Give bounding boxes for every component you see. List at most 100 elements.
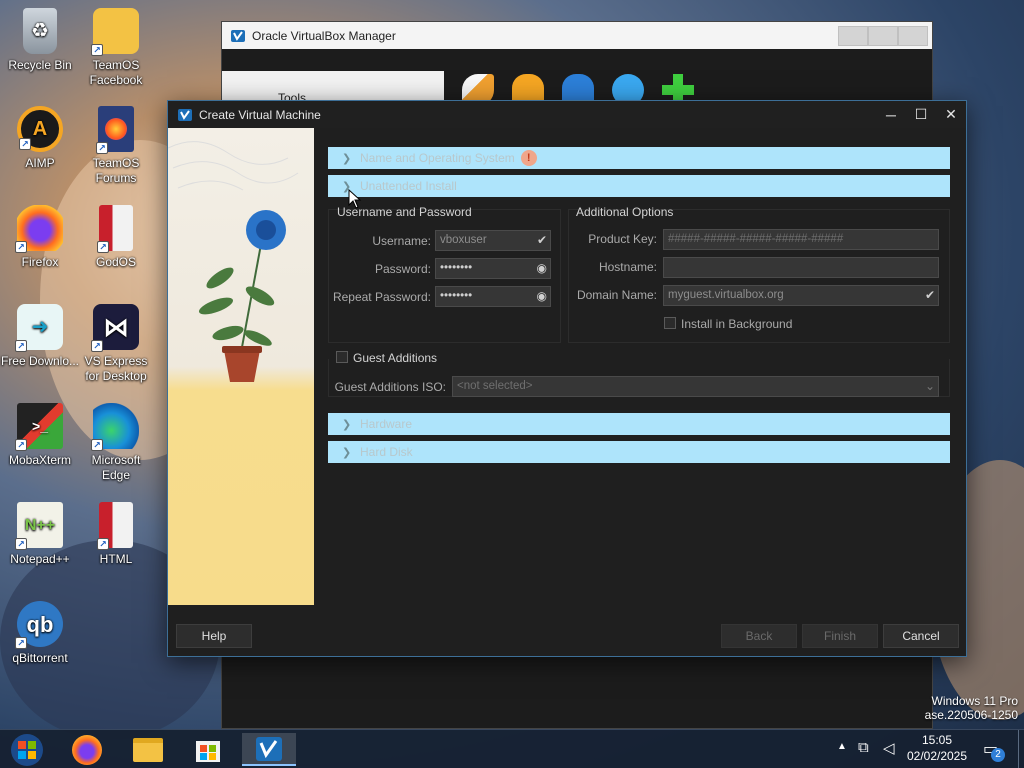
guest-additions-iso-value: <not selected> bbox=[457, 380, 533, 392]
firefox-icon bbox=[72, 734, 102, 765]
clock[interactable]: 15:05 02/02/2025 bbox=[904, 732, 970, 764]
help-button[interactable]: Help bbox=[176, 624, 252, 648]
notification-count-badge: 2 bbox=[991, 748, 1005, 762]
tray-overflow-icon[interactable]: ▲ bbox=[837, 741, 847, 752]
network-icon[interactable]: ⧉ bbox=[858, 739, 869, 756]
desktop-icon-notepadpp[interactable]: N++ ↗ Notepad++ bbox=[0, 502, 80, 567]
folder-icon bbox=[133, 737, 163, 762]
dialog-title: Create Virtual Machine bbox=[199, 107, 321, 122]
taskbar-virtualbox[interactable] bbox=[242, 733, 296, 766]
minimize-icon[interactable]: ─ bbox=[876, 101, 906, 128]
clock-date: 02/02/2025 bbox=[906, 749, 968, 763]
username-field[interactable]: vboxuser ✔ bbox=[435, 230, 551, 251]
taskbar-firefox[interactable] bbox=[60, 733, 114, 766]
product-key-value: #####-#####-#####-#####-##### bbox=[668, 233, 844, 245]
taskbar-store[interactable] bbox=[181, 733, 235, 766]
manager-minimize-button[interactable] bbox=[838, 25, 868, 46]
desktop-icon-label: qBittorrent bbox=[12, 651, 68, 665]
desktop-icon-label: VS Express for Desktop bbox=[84, 354, 148, 383]
free-download-icon: ➜ ↗ bbox=[15, 304, 63, 352]
folder-shortcut-icon: ↗ bbox=[91, 8, 139, 56]
desktop-icon-label: Microsoft Edge bbox=[91, 453, 141, 482]
desktop-icon-free-download[interactable]: ➜ ↗ Free Downlo... bbox=[0, 304, 80, 369]
manager-close-button[interactable] bbox=[898, 25, 928, 46]
desktop-icon-label: Firefox bbox=[21, 255, 59, 269]
mobaxterm-icon: >_ ↗ bbox=[15, 403, 63, 451]
eye-icon[interactable]: ◉ bbox=[537, 289, 547, 303]
watermark-line-2: ase.220506-1250 bbox=[924, 708, 1018, 722]
guest-additions-iso-select[interactable]: <not selected> ⌄ bbox=[452, 376, 939, 397]
section-hard-disk[interactable]: ❯ Hard Disk bbox=[328, 441, 950, 463]
show-desktop-button[interactable] bbox=[1018, 730, 1024, 768]
desktop-icon-label: MobaXterm bbox=[8, 453, 72, 467]
repeat-password-label: Repeat Password: bbox=[332, 290, 431, 304]
chevron-right-icon: ❯ bbox=[342, 152, 352, 165]
desktop-icon-teamos-facebook[interactable]: ↗ TeamOS Facebook bbox=[76, 8, 156, 88]
chevron-right-icon: ❯ bbox=[342, 418, 352, 431]
product-key-field[interactable]: #####-#####-#####-#####-##### bbox=[663, 229, 939, 250]
checkmark-icon: ✔ bbox=[924, 288, 935, 302]
windows-watermark: Windows 11 Pro ase.220506-1250 bbox=[925, 694, 1018, 722]
desktop-icon-godos[interactable]: ↗ GodOS bbox=[76, 205, 156, 270]
checkmark-icon: ✔ bbox=[536, 233, 547, 247]
notepadpp-icon: N++ ↗ bbox=[15, 502, 63, 550]
clock-time: 15:05 bbox=[921, 733, 953, 747]
username-label: Username: bbox=[372, 234, 431, 248]
section-name-os-label: Name and Operating System bbox=[360, 151, 515, 165]
start-button[interactable] bbox=[0, 733, 54, 766]
manager-window-controls bbox=[838, 25, 928, 46]
guest-additions-iso-label: Guest Additions ISO: bbox=[334, 380, 446, 394]
section-hardware[interactable]: ❯ Hardware bbox=[328, 413, 950, 435]
desktop-icon-firefox[interactable]: ↗ Firefox bbox=[0, 205, 80, 270]
mouse-cursor-icon bbox=[348, 189, 362, 209]
desktop-icon-vs-express[interactable]: ⋈ ↗ VS Express for Desktop bbox=[76, 304, 156, 384]
install-background-label: Install in Background bbox=[681, 317, 793, 331]
desktop-icon-aimp[interactable]: A ↗ AIMP bbox=[0, 106, 80, 171]
desktop-icon-recycle-bin[interactable]: ♻ Recycle Bin bbox=[0, 8, 80, 73]
section-name-os[interactable]: ❯ Name and Operating System ! bbox=[328, 147, 950, 169]
visual-studio-icon: ⋈ ↗ bbox=[91, 304, 139, 352]
domain-name-value: myguest.virtualbox.org bbox=[668, 289, 784, 301]
taskbar-file-explorer[interactable] bbox=[121, 733, 175, 766]
desktop-icon-edge[interactable]: ↗ Microsoft Edge bbox=[76, 403, 156, 483]
cancel-button[interactable]: Cancel bbox=[883, 624, 959, 648]
section-unattended[interactable]: ❯ Unattended Install bbox=[328, 175, 950, 197]
dialog-titlebar[interactable]: Create Virtual Machine ─ ☐ ✕ bbox=[168, 101, 966, 128]
domain-name-label: Domain Name: bbox=[576, 288, 657, 302]
desktop-icon-label: TeamOS Forums bbox=[92, 156, 140, 185]
eye-icon[interactable]: ◉ bbox=[537, 261, 547, 275]
desktop-icon-label: Free Downlo... bbox=[0, 354, 80, 368]
password-value: •••••••• bbox=[440, 262, 473, 274]
product-key-label: Product Key: bbox=[588, 232, 657, 246]
repeat-password-field[interactable]: •••••••• ◉ bbox=[435, 286, 551, 307]
aimp-icon: A ↗ bbox=[17, 106, 63, 152]
maximize-icon[interactable]: ☐ bbox=[906, 101, 936, 128]
password-field[interactable]: •••••••• ◉ bbox=[435, 258, 551, 279]
firefox-doc-icon: ↗ bbox=[96, 106, 134, 154]
desktop-icon-teamos-forums[interactable]: ↗ TeamOS Forums bbox=[76, 106, 156, 186]
virtualbox-logo-icon bbox=[178, 108, 192, 121]
volume-icon[interactable]: ◁ bbox=[883, 739, 895, 757]
desktop-icon-qbittorrent[interactable]: qb ↗ qBittorrent bbox=[0, 601, 80, 666]
flower-pot-illustration bbox=[168, 141, 299, 382]
back-button[interactable]: Back bbox=[721, 624, 797, 648]
manager-titlebar[interactable]: Oracle VirtualBox Manager bbox=[222, 22, 932, 49]
desktop-icon-mobaxterm[interactable]: >_ ↗ MobaXterm bbox=[0, 403, 80, 468]
hostname-field[interactable] bbox=[663, 257, 939, 278]
wizard-illustration bbox=[168, 128, 314, 605]
domain-name-field[interactable]: myguest.virtualbox.org ✔ bbox=[663, 285, 939, 306]
desktop-icon-html[interactable]: ↗ HTML bbox=[76, 502, 156, 567]
manager-title: Oracle VirtualBox Manager bbox=[252, 28, 396, 43]
close-icon[interactable]: ✕ bbox=[936, 101, 966, 128]
document-icon: ↗ bbox=[97, 205, 133, 253]
chevron-down-icon: ⌄ bbox=[924, 379, 935, 393]
manager-maximize-button[interactable] bbox=[868, 25, 898, 46]
chevron-right-icon: ❯ bbox=[342, 446, 352, 459]
desktop-icon-label: TeamOS Facebook bbox=[89, 58, 143, 87]
install-background-checkbox[interactable] bbox=[664, 317, 676, 329]
section-hard-disk-label: Hard Disk bbox=[360, 445, 413, 459]
hostname-label: Hostname: bbox=[598, 260, 657, 274]
finish-button[interactable]: Finish bbox=[802, 624, 878, 648]
qbittorrent-icon: qb ↗ bbox=[15, 601, 63, 649]
dialog-window-controls: ─ ☐ ✕ bbox=[876, 101, 966, 128]
